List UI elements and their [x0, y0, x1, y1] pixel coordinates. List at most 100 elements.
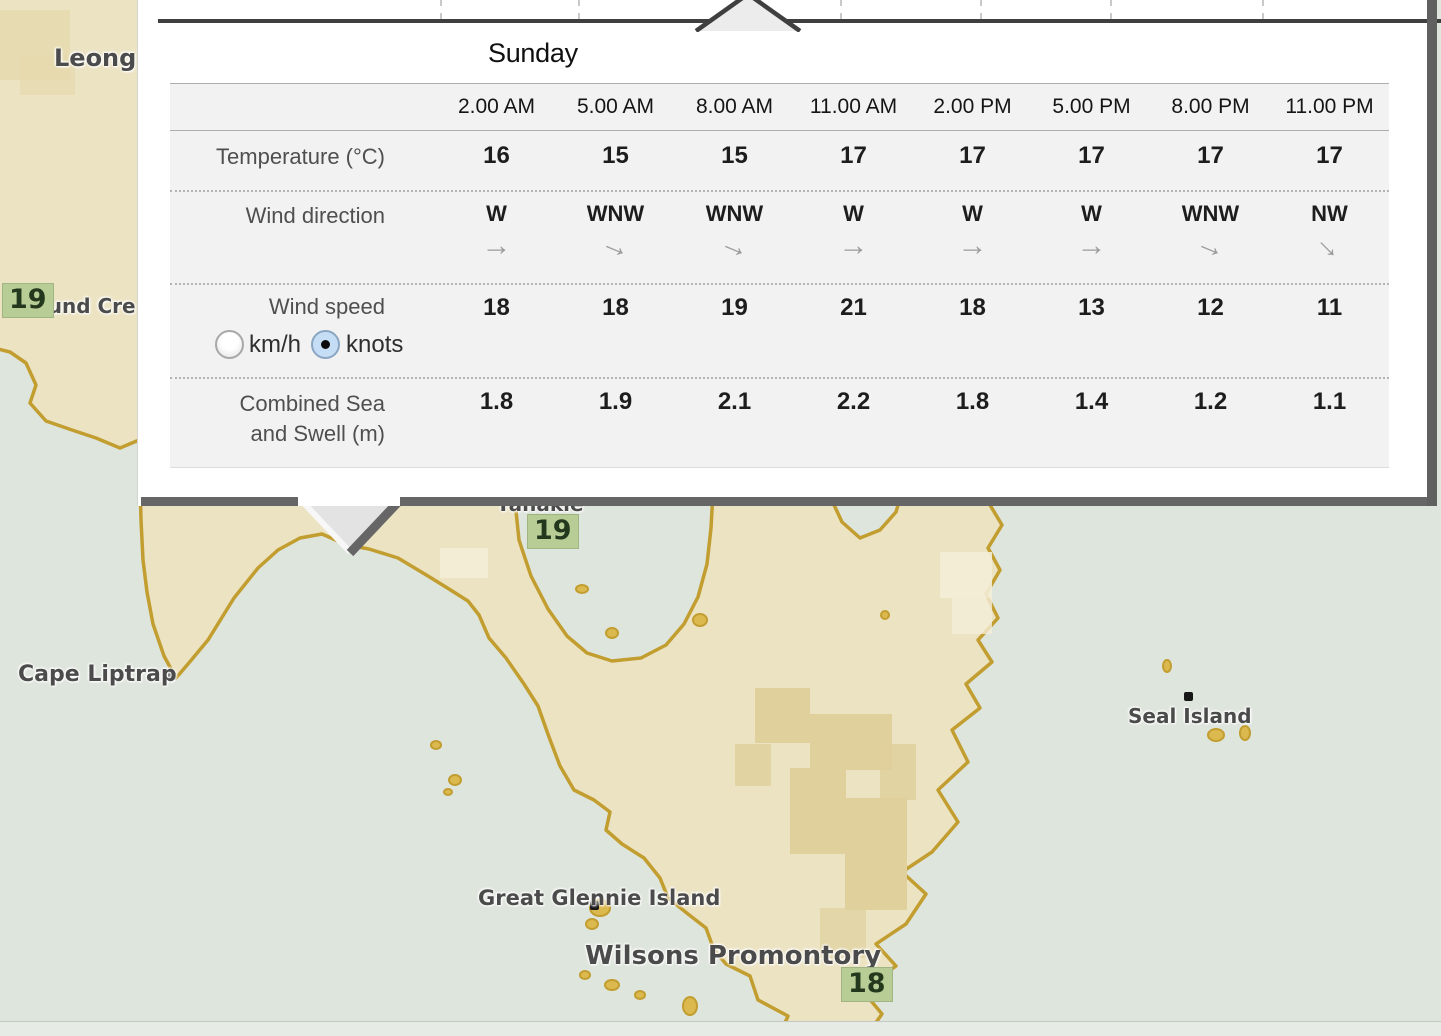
sea-swell-row: Combined Sea and Swell (m) 1.81.92.12.21… — [170, 379, 1389, 468]
map-label-wilsons-promontory: Wilsons Promontory — [585, 941, 881, 971]
timeline-tick — [1110, 0, 1112, 19]
temperature-value: 16 — [437, 131, 556, 190]
temperature-row-label: Temperature (°C) — [170, 131, 437, 190]
popup-pointer-tail — [290, 497, 412, 557]
sea-swell-label-line2: and Swell (m) — [170, 419, 385, 449]
timeline-tick — [440, 0, 442, 19]
wind-direction-cell: WNW→ — [556, 192, 675, 283]
sea-swell-value: 1.2 — [1151, 379, 1270, 467]
time-cell: 8.00 AM — [675, 84, 794, 130]
wind-direction-arrow-icon: → — [715, 226, 754, 265]
map-label-leongatha-cutoff: Leong — [54, 44, 136, 72]
wind-direction-value: W — [843, 201, 864, 227]
sea-swell-row-label: Combined Sea and Swell (m) — [170, 379, 437, 467]
timeline-tick — [980, 0, 982, 19]
time-cell: 2.00 PM — [913, 84, 1032, 130]
wind-direction-value: WNW — [587, 201, 644, 227]
wind-direction-cell: W→ — [794, 192, 913, 283]
wind-direction-arrow-icon: → — [839, 231, 869, 261]
knots-radio-label[interactable]: knots — [346, 331, 403, 359]
kmh-radio-button[interactable] — [215, 330, 244, 359]
time-cell: 2.00 AM — [437, 84, 556, 130]
day-title: Sunday — [488, 38, 578, 69]
temp-badge-wilsons-promontory[interactable]: 18 — [841, 967, 893, 1002]
knots-radio-button[interactable] — [311, 330, 340, 359]
wind-direction-arrow-icon: → — [1308, 225, 1350, 267]
timeline-tick — [840, 0, 842, 19]
wind-speed-row-label: Wind speed km/h knots — [170, 285, 437, 377]
wind-speed-value: 11 — [1270, 285, 1389, 377]
popup-bottom-border — [141, 497, 298, 506]
temp-badge-yanakie[interactable]: 19 — [527, 514, 579, 549]
meteye-map-screen: { "popup": { "day": "Sunday", "times": [… — [0, 0, 1441, 1035]
wind-direction-value: W — [486, 201, 507, 227]
temperature-value: 15 — [556, 131, 675, 190]
wind-direction-value: NW — [1311, 201, 1348, 227]
wind-speed-unit-toggle: km/h knots — [215, 330, 385, 359]
wind-direction-value: WNW — [1182, 201, 1239, 227]
map-label-cape-liptrap: Cape Liptrap — [18, 662, 177, 687]
timeline-tick — [1262, 0, 1264, 19]
wind-speed-value: 18 — [556, 285, 675, 377]
map-label-seal-island: Seal Island — [1128, 704, 1252, 728]
wind-direction-arrow-icon: → — [1077, 231, 1107, 261]
wind-speed-value: 21 — [794, 285, 913, 377]
sea-swell-value: 1.8 — [437, 379, 556, 467]
wind-speed-value: 18 — [437, 285, 556, 377]
wind-speed-value: 13 — [1032, 285, 1151, 377]
temperature-value: 17 — [794, 131, 913, 190]
wind-speed-value: 19 — [675, 285, 794, 377]
temperature-value: 17 — [1270, 131, 1389, 190]
wind-direction-arrow-icon: → — [1191, 226, 1230, 265]
sea-swell-label-line1: Combined Sea — [170, 389, 385, 419]
sea-swell-value: 1.8 — [913, 379, 1032, 467]
time-cell: 5.00 PM — [1032, 84, 1151, 130]
time-cell: 5.00 AM — [556, 84, 675, 130]
forecast-popup: Sunday 2.00 AM5.00 AM8.00 AM11.00 AM2.00… — [137, 0, 1437, 506]
wind-direction-value: W — [962, 201, 983, 227]
wind-direction-value: W — [1081, 201, 1102, 227]
time-cell: 11.00 PM — [1270, 84, 1389, 130]
temp-badge-pound-creek[interactable]: 19 — [2, 283, 54, 318]
sea-swell-value: 2.1 — [675, 379, 794, 467]
time-cell: 11.00 AM — [794, 84, 913, 130]
map-attribution-cutoff-text — [1326, 1028, 1439, 1035]
temperature-value: 17 — [913, 131, 1032, 190]
map-label-great-glennie-island: Great Glennie Island — [478, 886, 720, 910]
wind-direction-arrow-icon: → — [958, 231, 988, 261]
wind-speed-value: 18 — [913, 285, 1032, 377]
timeline-caret-icon — [677, 0, 817, 32]
temperature-row: Temperature (°C) 1615151717171717 — [170, 131, 1389, 192]
forecast-table: 2.00 AM5.00 AM8.00 AM11.00 AM2.00 PM5.00… — [170, 83, 1389, 468]
wind-direction-arrow-icon: → — [482, 231, 512, 261]
wind-speed-label-text: Wind speed — [170, 294, 385, 320]
popup-bottom-border — [400, 497, 1429, 506]
timeline-tick — [578, 0, 580, 19]
wind-direction-cell: WNW→ — [675, 192, 794, 283]
temperature-value: 17 — [1151, 131, 1270, 190]
popup-left-edge — [137, 0, 138, 506]
sea-swell-value: 1.9 — [556, 379, 675, 467]
time-header-row: 2.00 AM5.00 AM8.00 AM11.00 AM2.00 PM5.00… — [170, 84, 1389, 131]
temperature-value: 17 — [1032, 131, 1151, 190]
popup-right-border — [1427, 0, 1437, 506]
wind-direction-arrow-icon: → — [596, 226, 635, 265]
map-bottom-strip — [0, 1021, 1441, 1036]
wind-direction-row: Wind direction W→WNW→WNW→W→W→W→WNW→NW→ — [170, 192, 1389, 285]
time-header-spacer — [170, 84, 437, 130]
wind-direction-cell: W→ — [1032, 192, 1151, 283]
wind-direction-cell: NW→ — [1270, 192, 1389, 283]
time-cell: 8.00 PM — [1151, 84, 1270, 130]
wind-direction-cell: W→ — [437, 192, 556, 283]
wind-direction-value: WNW — [706, 201, 763, 227]
sea-swell-value: 2.2 — [794, 379, 913, 467]
wind-direction-cell: WNW→ — [1151, 192, 1270, 283]
wind-speed-row: Wind speed km/h knots 1818192118131211 — [170, 285, 1389, 379]
kmh-radio-label[interactable]: km/h — [249, 331, 301, 359]
wind-speed-value: 12 — [1151, 285, 1270, 377]
sea-swell-value: 1.1 — [1270, 379, 1389, 467]
wind-direction-row-label: Wind direction — [170, 192, 437, 283]
wind-direction-cell: W→ — [913, 192, 1032, 283]
temperature-value: 15 — [675, 131, 794, 190]
sea-swell-value: 1.4 — [1032, 379, 1151, 467]
